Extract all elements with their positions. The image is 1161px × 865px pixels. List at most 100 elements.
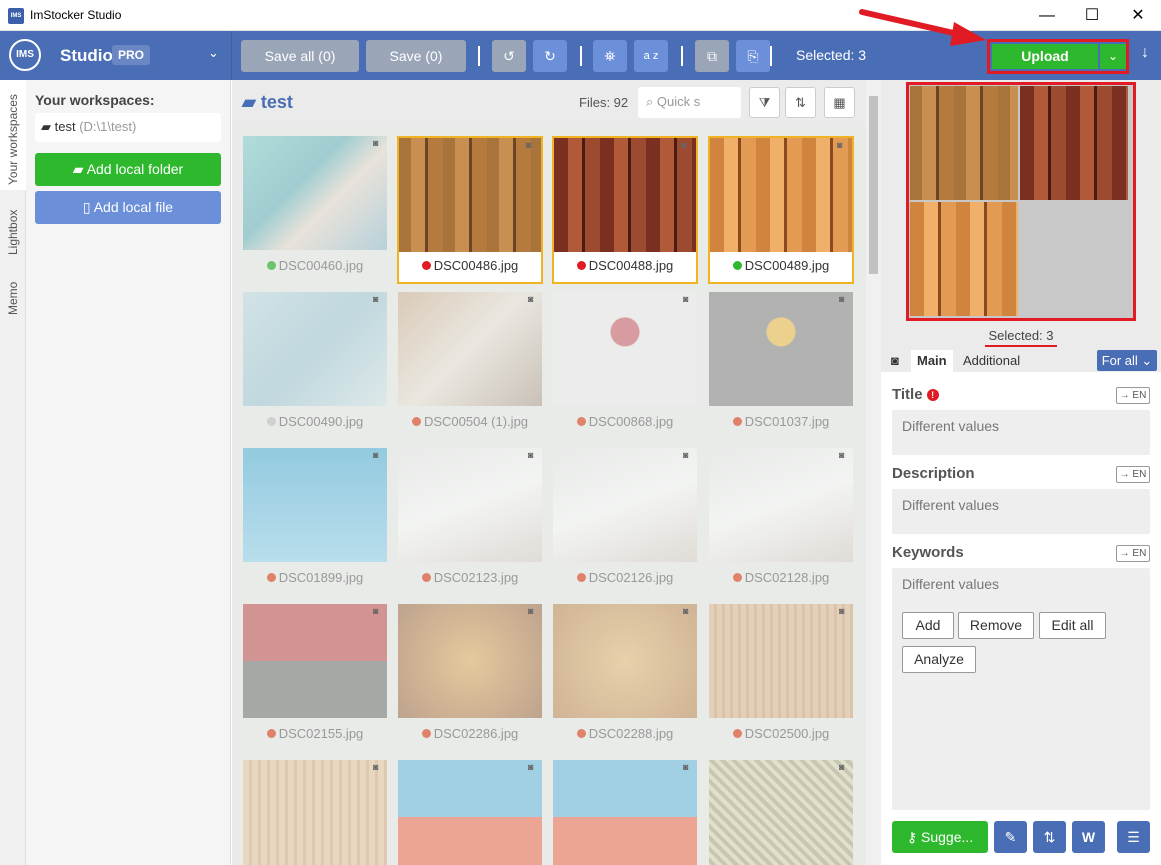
thumbnail-item[interactable]: ◙ DSC02126.jpg [552, 448, 698, 596]
filter-icon[interactable]: ⧩ [749, 87, 780, 118]
thumbnail-item[interactable]: ◙ [397, 760, 543, 865]
search-placeholder: Quick s [656, 94, 701, 109]
thumbnail-image [399, 138, 541, 252]
title-translate-button[interactable]: → EN [1116, 387, 1150, 404]
thumbnail-item[interactable]: ◙ DSC00868.jpg [552, 292, 698, 440]
pencil-icon[interactable]: ✎ [994, 821, 1027, 853]
download-icon[interactable]: ↓ [1141, 44, 1149, 62]
thumbnail-item[interactable]: ◙ [242, 760, 388, 865]
thumbnail-item[interactable]: ◙ DSC00460.jpg [242, 136, 388, 284]
thumbnail-item[interactable]: ◙ DSC00504 (1).jpg [397, 292, 543, 440]
edit-all-button[interactable]: Edit all [1039, 612, 1106, 639]
minimize-button[interactable]: — [1024, 0, 1070, 31]
title-label: Title! [892, 386, 939, 403]
camera-icon[interactable]: ◙ [885, 350, 905, 372]
upload-dropdown-icon[interactable]: ⌄ [1100, 44, 1126, 69]
annotation-arrow-icon [859, 9, 986, 46]
required-icon: ! [926, 389, 939, 402]
scrollbar[interactable] [866, 80, 881, 865]
thumbnail-name: DSC01899.jpg [242, 570, 388, 585]
title-field[interactable]: Different values [892, 410, 1150, 455]
camera-icon: ◙ [528, 450, 534, 460]
thumbnail-filename: DSC00868.jpg [588, 414, 674, 429]
redo-icon[interactable]: ↻ [533, 40, 567, 72]
toolbar-divider [231, 31, 232, 80]
status-dot [421, 729, 431, 738]
camera-icon: ◙ [681, 140, 687, 150]
binoculars-icon[interactable]: ⛯ [593, 40, 627, 72]
thumbnail-grid: ◙ DSC00460.jpg ◙ DSC00486.jpg ◙ DSC00488.jpg ◙… [232, 126, 866, 865]
camera-icon: ◙ [526, 140, 532, 150]
side-tabs: Your workspaces Lightbox Memo [0, 80, 26, 865]
thumbnail-item[interactable]: ◙ DSC01037.jpg [708, 292, 854, 440]
save-button[interactable]: Save (0) [366, 40, 466, 72]
status-dot [266, 573, 276, 582]
paste-icon[interactable]: ⎘ [736, 40, 770, 72]
description-label: Description [892, 465, 975, 482]
add-local-file-button[interactable]: ▯ Add local file [35, 191, 221, 224]
for-all-dropdown[interactable]: For all ⌄ [1097, 350, 1157, 371]
status-dot [411, 417, 421, 426]
camera-icon: ◙ [839, 762, 845, 772]
camera-icon: ◙ [528, 762, 534, 772]
sort-az-icon[interactable]: a z [634, 40, 668, 72]
tab-lightbox[interactable]: Lightbox [0, 195, 26, 265]
tab-main[interactable]: Main [911, 350, 953, 372]
thumbnail-image [243, 136, 387, 250]
thumbnail-item[interactable]: ◙ DSC02288.jpg [552, 604, 698, 752]
thumbnail-item[interactable]: ◙ [552, 760, 698, 865]
quick-search-input[interactable]: ⌕ Quick s [638, 87, 741, 118]
copy-icon[interactable]: ⧉ [695, 40, 729, 72]
add-local-folder-button[interactable]: ▰ Add local folder [35, 153, 221, 186]
thumbnail-item[interactable]: ◙ DSC02123.jpg [397, 448, 543, 596]
scroll-thumb[interactable] [869, 96, 878, 274]
thumbnail-item[interactable]: ◙ DSC00488.jpg [552, 136, 698, 284]
key-icon: ⚷ [906, 829, 921, 845]
status-dot [266, 261, 276, 270]
tab-your-workspaces[interactable]: Your workspaces [0, 80, 26, 190]
remove-keyword-button[interactable]: Remove [958, 612, 1034, 639]
thumbnail-name: DSC02286.jpg [397, 726, 543, 741]
workspace-path: (D:\1\test) [79, 119, 137, 134]
description-translate-button[interactable]: → EN [1116, 466, 1150, 483]
chevron-down-icon[interactable]: ⌄ [208, 45, 219, 61]
suggest-button[interactable]: ⚷ Sugge... [892, 821, 988, 853]
thumbnail-filename: DSC02123.jpg [433, 570, 519, 585]
maximize-button[interactable]: ☐ [1069, 0, 1115, 31]
thumbnail-name: DSC01037.jpg [708, 414, 854, 429]
save-all-button[interactable]: Save all (0) [241, 40, 359, 72]
tab-label: Your workspaces [6, 94, 20, 185]
tab-label: Lightbox [6, 209, 20, 255]
workspace-item[interactable]: ▰ test (D:\1\test) [35, 113, 221, 142]
description-field[interactable]: Different values [892, 489, 1150, 534]
ims-logo: IMS [9, 39, 41, 71]
tab-additional[interactable]: Additional [957, 350, 1026, 372]
thumbnail-item[interactable]: ◙ DSC02128.jpg [708, 448, 854, 596]
close-button[interactable]: ✕ [1115, 0, 1161, 31]
thumbnail-item[interactable]: ◙ DSC01899.jpg [242, 448, 388, 596]
analyze-button[interactable]: Analyze [902, 646, 976, 673]
studio-label[interactable]: Studio [60, 46, 113, 66]
sort-icon[interactable]: ⇅ [785, 87, 816, 118]
keywords-field[interactable]: Different values [892, 568, 1150, 810]
menu-icon[interactable]: ☰ [1117, 821, 1150, 853]
word-icon[interactable]: W [1072, 821, 1105, 853]
thumbnail-item[interactable]: ◙ DSC02500.jpg [708, 604, 854, 752]
thumbnail-item[interactable]: ◙ DSC02155.jpg [242, 604, 388, 752]
undo-icon[interactable]: ↺ [492, 40, 526, 72]
thumbnail-item[interactable]: ◙ [708, 760, 854, 865]
thumbnail-item[interactable]: ◙ DSC00489.jpg [708, 136, 854, 284]
keywords-translate-button[interactable]: → EN [1116, 545, 1150, 562]
thumbnail-item[interactable]: ◙ DSC00486.jpg [397, 136, 543, 284]
thumbnail-item[interactable]: ◙ DSC02286.jpg [397, 604, 543, 752]
thumbnail-image [553, 604, 697, 718]
add-keyword-button[interactable]: Add [902, 612, 954, 639]
thumbnail-item[interactable]: ◙ DSC00490.jpg [242, 292, 388, 440]
thumbnail-filename: DSC02288.jpg [588, 726, 674, 741]
sort-keywords-icon[interactable]: ⇅ [1033, 821, 1066, 853]
view-grid-icon[interactable]: ▦ [824, 87, 855, 118]
tab-memo[interactable]: Memo [0, 265, 26, 320]
upload-button[interactable]: Upload [992, 44, 1098, 69]
status-dot [576, 729, 586, 738]
camera-icon: ◙ [837, 140, 843, 150]
